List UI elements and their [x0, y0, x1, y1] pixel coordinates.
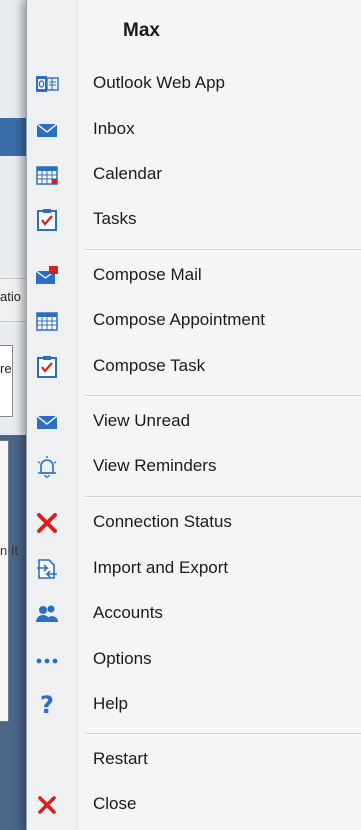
reminder-bell-icon: [34, 454, 60, 480]
menu-item-connection-status[interactable]: Connection Status: [27, 503, 361, 543]
compose-appointment-icon: [34, 308, 60, 334]
menu-item-label: Connection Status: [93, 512, 232, 531]
menu-item-help[interactable]: ? Help: [27, 685, 361, 725]
help-question-icon: ?: [40, 691, 54, 719]
inbox-envelope-icon: [34, 117, 60, 143]
options-dots-icon: [34, 647, 60, 673]
background-inner-panel: [0, 440, 9, 722]
close-x-icon: [34, 792, 60, 818]
menu-item-label: View Reminders: [93, 456, 217, 475]
menu-item-accounts[interactable]: Accounts: [27, 594, 361, 634]
menu-item-label: Tasks: [93, 209, 137, 228]
menu-item-import-export[interactable]: Import and Export: [27, 549, 361, 589]
outlook-web-app-icon: [34, 71, 60, 97]
menu-item-outlook-web-app[interactable]: Outlook Web App: [27, 64, 361, 104]
context-menu: Max Outlook Web App Inbox Calendar Tasks…: [26, 0, 361, 830]
menu-item-options[interactable]: Options: [27, 640, 361, 680]
menu-item-label: Compose Task: [93, 356, 206, 375]
menu-item-restart[interactable]: Restart: [27, 740, 361, 780]
menu-item-label: Options: [93, 649, 152, 668]
menu-item-tasks[interactable]: Tasks: [27, 200, 361, 240]
menu-title: Max: [123, 20, 160, 41]
menu-item-label: Outlook Web App: [93, 73, 225, 92]
menu-item-view-reminders[interactable]: View Reminders: [27, 447, 361, 487]
import-export-icon: [34, 556, 60, 582]
menu-separator: [85, 733, 361, 735]
compose-mail-icon: [34, 263, 60, 289]
menu-separator: [85, 249, 361, 251]
tasks-checkbox-icon: [34, 207, 60, 233]
menu-item-inbox[interactable]: Inbox: [27, 110, 361, 150]
menu-item-label: Help: [93, 694, 128, 713]
menu-item-compose-mail[interactable]: Compose Mail: [27, 256, 361, 296]
menu-item-label: Inbox: [93, 119, 135, 138]
menu-item-compose-appointment[interactable]: Compose Appointment: [27, 301, 361, 341]
menu-item-label: Restart: [93, 749, 148, 768]
calendar-icon: [34, 162, 60, 188]
menu-separator: [85, 395, 361, 397]
compose-task-icon: [34, 354, 60, 380]
menu-item-label: View Unread: [93, 411, 191, 430]
menu-separator: [85, 496, 361, 498]
menu-item-label: Import and Export: [93, 558, 229, 577]
menu-item-label: Calendar: [93, 164, 162, 183]
accounts-people-icon: [34, 601, 60, 627]
menu-item-close[interactable]: Close: [27, 785, 361, 825]
background-field: [0, 345, 13, 417]
unread-envelope-icon: [34, 409, 60, 435]
menu-item-compose-task[interactable]: Compose Task: [27, 347, 361, 387]
menu-item-label: Compose Appointment: [93, 310, 265, 329]
menu-item-view-unread[interactable]: View Unread: [27, 402, 361, 442]
menu-item-label: Accounts: [93, 603, 163, 622]
red-x-icon: [34, 510, 60, 536]
menu-item-label: Close: [93, 794, 137, 813]
menu-item-label: Compose Mail: [93, 265, 202, 284]
menu-item-calendar[interactable]: Calendar: [27, 155, 361, 195]
